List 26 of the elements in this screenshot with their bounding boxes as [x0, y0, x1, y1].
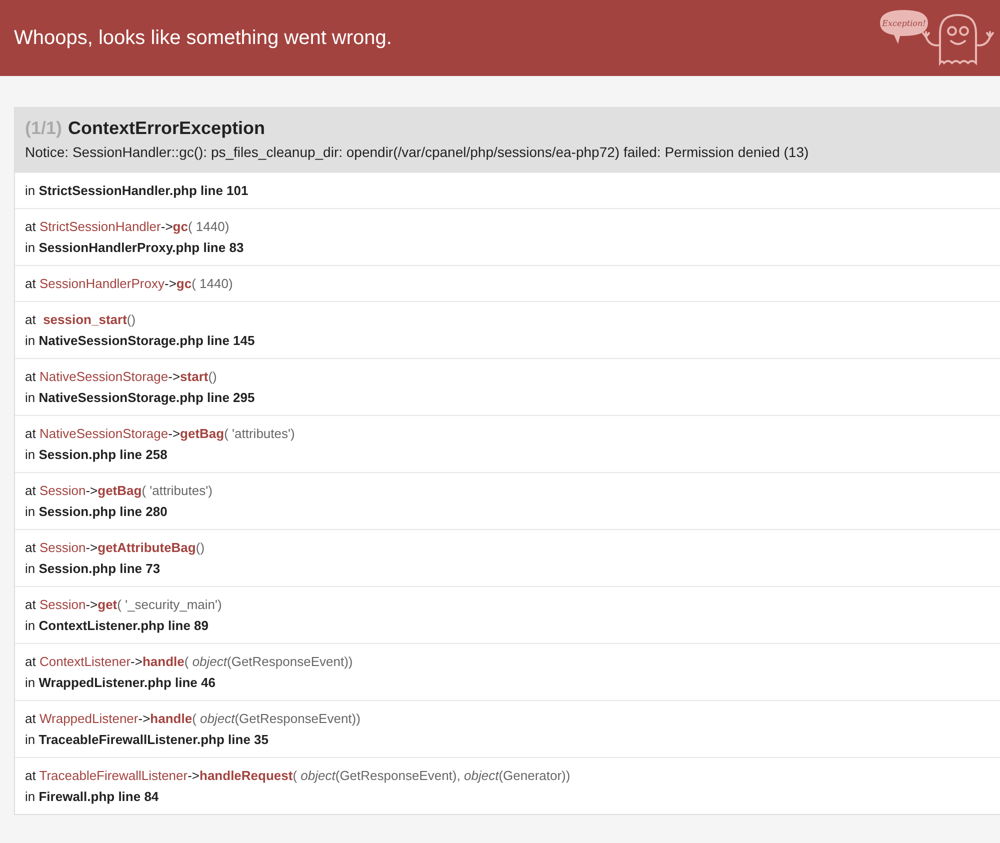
- call-line: at session_start(): [25, 311, 137, 329]
- call-line: at NativeSessionStorage->getBag( 'attributes'): [25, 425, 296, 443]
- call-line: at Session->getBag( 'attributes'): [25, 482, 214, 500]
- file-location: in WrappedListener.php line 46: [25, 674, 216, 692]
- file-location: in NativeSessionStorage.php line 295: [25, 389, 256, 407]
- file-location: in StrictSessionHandler.php line 101: [25, 182, 250, 200]
- call-line: at StrictSessionHandler->gc( 1440): [25, 218, 230, 236]
- call-line: at Session->getAttributeBag(): [25, 539, 206, 557]
- file-location: in Firewall.php line 84: [25, 788, 160, 806]
- file-location: in Session.php line 258: [25, 446, 168, 464]
- call-line: at TraceableFirewallListener->handleRequest( object(GetResponseEvent), object(Generator)): [25, 767, 572, 785]
- call-line: at WrappedListener->handle( object(GetResponseEvent)): [25, 710, 362, 728]
- file-location: in NativeSessionStorage.php line 145: [25, 332, 256, 350]
- page-title: Whoops, looks like something went wrong.: [14, 26, 392, 50]
- call-line: at NativeSessionStorage->start(): [25, 368, 218, 386]
- file-location: in Session.php line 73: [25, 560, 162, 578]
- call-line: at SessionHandlerProxy->gc( 1440): [25, 275, 234, 293]
- file-location: in TraceableFirewallListener.php line 35: [25, 731, 270, 749]
- call-line: at ContextListener->handle( object(GetResponseEvent)): [25, 653, 354, 671]
- file-location: in Session.php line 280: [25, 503, 168, 521]
- file-location: in SessionHandlerProxy.php line 83: [25, 239, 245, 257]
- call-line: at Session->get( '_security_main'): [25, 596, 223, 614]
- exception-name: ContextErrorException: [68, 118, 266, 139]
- logo-text: Exception!: [882, 19, 926, 28]
- file-location: in ContextListener.php line 89: [25, 617, 210, 635]
- exception-message: Notice: SessionHandler::gc(): ps_files_cleanup_dir: opendir(/var/cpanel/php/sessions/ea-php72) failed: Permission denied (13): [25, 144, 810, 160]
